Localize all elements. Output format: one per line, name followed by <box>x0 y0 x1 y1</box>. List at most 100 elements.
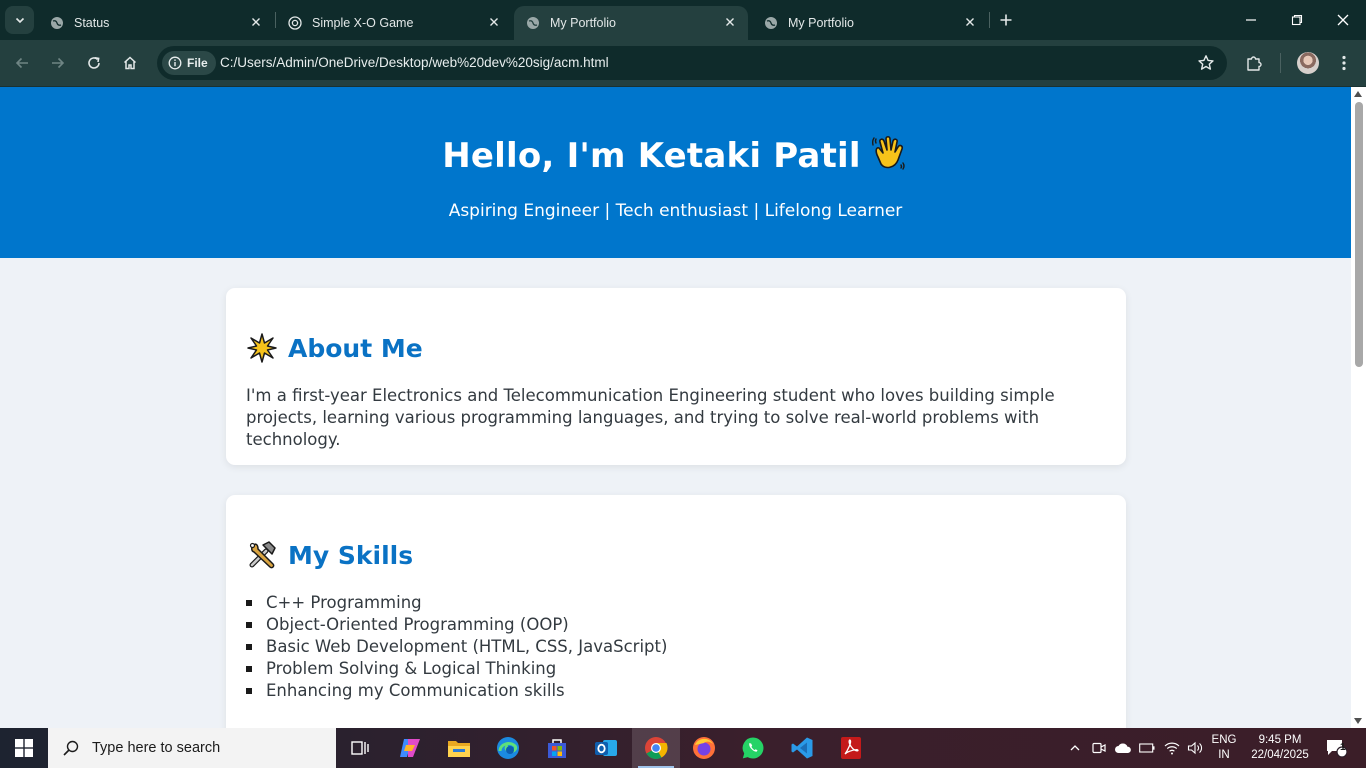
tray-volume-button[interactable] <box>1184 728 1206 768</box>
firefox-icon <box>693 737 715 759</box>
start-button[interactable] <box>0 728 48 768</box>
list-item: Basic Web Development (HTML, CSS, JavaSc… <box>246 636 667 658</box>
tray-battery-button[interactable] <box>1136 728 1158 768</box>
globe-icon <box>51 17 63 29</box>
tray-network-button[interactable] <box>1160 728 1184 768</box>
hero-subtitle: Aspiring Engineer | Tech enthusiast | Li… <box>448 201 903 221</box>
scrollbar-thumb[interactable] <box>1355 102 1363 367</box>
tab-my-portfolio[interactable]: My Portfolio <box>752 6 988 40</box>
openai-icon <box>288 16 302 30</box>
notification-center-button[interactable]: 1 <box>1318 728 1354 768</box>
whatsapp-icon <box>742 737 764 759</box>
tab-status[interactable]: Status <box>38 6 274 40</box>
about-heading-text: About Me <box>288 333 423 363</box>
puzzle-icon <box>1247 56 1262 71</box>
windows-logo-icon <box>15 739 33 757</box>
chevron-down-icon <box>15 17 24 24</box>
microsoft-store-app[interactable] <box>533 728 581 768</box>
tab-simple-xo-game[interactable]: Simple X-O Game <box>276 6 512 40</box>
bullet-square <box>246 622 252 628</box>
skill-text: Object-Oriented Programming (OOP) <box>266 615 569 634</box>
bullet-square <box>246 600 252 606</box>
scroll-up-arrow[interactable] <box>1354 91 1362 97</box>
tab-close-button[interactable] <box>248 14 264 30</box>
edge-browser-app[interactable] <box>484 728 532 768</box>
bullet-square <box>246 666 252 672</box>
list-item: Enhancing my Communication skills <box>246 680 667 702</box>
clock-time: 9:45 PM <box>1258 734 1302 746</box>
input-language-indicator[interactable]: ENG IN <box>1207 728 1241 768</box>
home-button[interactable] <box>116 50 144 76</box>
close-window-button[interactable] <box>1320 0 1366 40</box>
browser-menu-button[interactable] <box>1332 51 1356 75</box>
notification-count: 1 <box>1340 742 1346 753</box>
clock-button[interactable]: 9:45 PM 22/04/2025 <box>1244 728 1316 768</box>
page-scrollbar[interactable] <box>1351 87 1366 728</box>
copilot-icon <box>400 739 420 757</box>
bookmark-star-icon[interactable] <box>1197 54 1215 72</box>
search-icon <box>63 740 79 756</box>
chrome-icon <box>645 737 668 759</box>
chrome-app[interactable] <box>632 728 680 768</box>
task-view-button[interactable] <box>336 728 384 768</box>
taskbar-search-placeholder: Type here to search <box>92 740 221 756</box>
back-button[interactable] <box>8 50 36 76</box>
restore-button[interactable] <box>1274 0 1320 40</box>
file-explorer-app[interactable] <box>435 728 483 768</box>
tab-search-button[interactable] <box>5 6 34 34</box>
site-info-chip[interactable]: File <box>162 51 216 75</box>
whatsapp-app[interactable] <box>729 728 777 768</box>
url-text[interactable]: C:/Users/Admin/OneDrive/Desktop/web%20de… <box>220 55 609 70</box>
copilot-app[interactable] <box>386 728 434 768</box>
forward-button[interactable] <box>44 50 72 76</box>
minimize-icon <box>1246 19 1256 21</box>
hero-header: Hello, I'm Ketaki Patil Aspiring Enginee… <box>0 87 1351 258</box>
waving-hand-icon <box>871 135 905 170</box>
tab-close-button[interactable] <box>486 14 502 30</box>
close-icon <box>966 18 974 26</box>
skills-list: C++ Programming Object-Oriented Programm… <box>246 592 667 702</box>
list-item: Problem Solving & Logical Thinking <box>246 658 667 680</box>
vscode-icon <box>791 737 813 759</box>
page-viewport: Hello, I'm Ketaki Patil Aspiring Enginee… <box>0 87 1351 728</box>
list-item: C++ Programming <box>246 592 667 614</box>
cloud-icon <box>1115 743 1131 753</box>
region-code: IN <box>1218 749 1230 761</box>
vscode-app[interactable] <box>778 728 826 768</box>
new-tab-button[interactable] <box>994 10 1018 30</box>
skills-heading: My Skills <box>246 539 413 571</box>
tray-meet-button[interactable] <box>1088 728 1110 768</box>
home-icon <box>123 56 137 70</box>
close-icon <box>1337 14 1349 26</box>
profile-avatar[interactable] <box>1297 52 1319 74</box>
about-heading: About Me <box>246 332 423 364</box>
reload-button[interactable] <box>80 50 108 76</box>
clock-date: 22/04/2025 <box>1251 749 1309 761</box>
skills-card: My Skills C++ Programming Object-Oriente… <box>226 495 1126 728</box>
chevron-up-icon <box>1070 745 1080 751</box>
globe-icon <box>527 17 539 29</box>
tray-onedrive-button[interactable] <box>1112 728 1134 768</box>
sparkle-star-icon <box>247 333 277 363</box>
close-icon <box>726 18 734 26</box>
acrobat-reader-app[interactable] <box>827 728 875 768</box>
hero-title: Hello, I'm Ketaki Patil <box>0 133 1351 176</box>
arrow-right-icon <box>52 57 65 69</box>
arrow-left-icon <box>15 57 28 69</box>
extensions-button[interactable] <box>1242 51 1266 75</box>
scroll-down-arrow[interactable] <box>1354 718 1362 724</box>
show-hidden-icons-button[interactable] <box>1064 728 1086 768</box>
minimize-button[interactable] <box>1228 0 1274 40</box>
address-bar[interactable]: File C:/Users/Admin/OneDrive/Desktop/web… <box>157 46 1227 80</box>
pdf-icon <box>841 737 861 759</box>
taskbar-search-box[interactable]: Type here to search <box>48 728 336 768</box>
tab-close-button[interactable] <box>722 14 738 30</box>
tab-close-button[interactable] <box>962 14 978 30</box>
store-icon <box>548 739 566 758</box>
tab-my-portfolio-active[interactable]: My Portfolio <box>514 6 748 40</box>
bullet-square <box>246 688 252 694</box>
firefox-app[interactable] <box>680 728 728 768</box>
wifi-icon <box>1164 742 1180 755</box>
outlook-app[interactable] <box>582 728 630 768</box>
tab-title: My Portfolio <box>788 16 854 30</box>
